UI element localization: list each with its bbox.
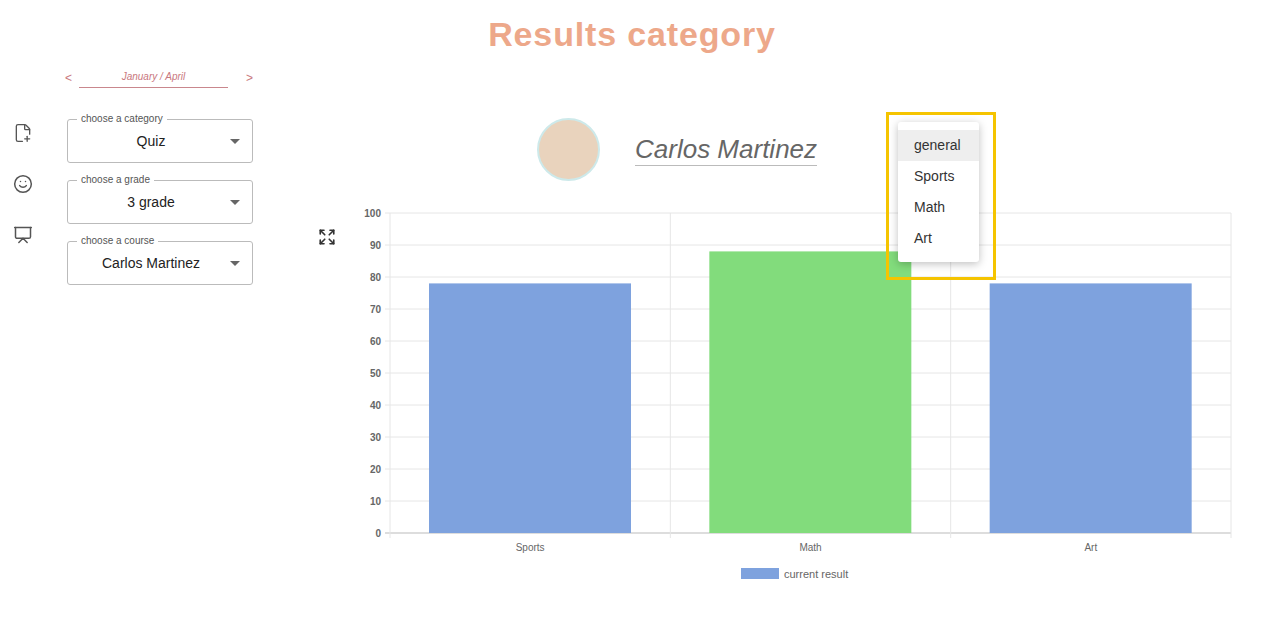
student-header: Carlos Martinez: [253, 118, 1282, 180]
x-label: Sports: [516, 542, 545, 553]
student-name: Carlos Martinez: [635, 133, 817, 166]
svg-text:100: 100: [364, 208, 381, 219]
main-area: Carlos Martinez 0 10 20 30 40 50 60 70 80 90 100 Spo…: [253, 66, 1282, 590]
y-tick: 90: [370, 240, 1231, 251]
caret-icon: [230, 200, 240, 205]
svg-text:60: 60: [370, 336, 382, 347]
svg-text:70: 70: [370, 304, 382, 315]
next-button[interactable]: >: [246, 69, 253, 87]
side-nav: [0, 66, 46, 590]
y-tick: 100: [364, 208, 1231, 219]
filter-label: choose a category: [77, 113, 167, 125]
page-title: Results category: [0, 0, 1282, 66]
prev-button[interactable]: <: [65, 69, 79, 87]
caret-icon: [230, 261, 240, 266]
svg-text:current result: current result: [784, 568, 848, 580]
menu-item[interactable]: Sports: [898, 161, 979, 192]
svg-text:20: 20: [370, 464, 382, 475]
menu-item[interactable]: Math: [898, 192, 979, 223]
smile-icon[interactable]: [13, 174, 33, 194]
file-plus-icon[interactable]: [13, 123, 33, 143]
svg-text:50: 50: [370, 368, 382, 379]
menu-item[interactable]: Art: [898, 223, 979, 254]
bar[interactable]: [429, 283, 631, 533]
filter-value: Carlos Martinez: [68, 253, 230, 274]
legend[interactable]: current result: [741, 568, 848, 580]
filter-value: 3 grade: [68, 192, 230, 213]
menu-item[interactable]: general: [898, 130, 979, 161]
bar[interactable]: [990, 283, 1192, 533]
bar[interactable]: [709, 251, 911, 533]
filter-value: Quiz: [68, 131, 230, 152]
filter-label: choose a course: [77, 235, 158, 247]
svg-text:10: 10: [370, 496, 382, 507]
period-label: January / April: [79, 69, 228, 88]
svg-text:30: 30: [370, 432, 382, 443]
filter-label: choose a grade: [77, 174, 154, 186]
x-label: Math: [799, 542, 821, 553]
filter-select[interactable]: choose a grade3 grade: [67, 180, 253, 224]
svg-text:40: 40: [370, 400, 382, 411]
svg-text:80: 80: [370, 272, 382, 283]
category-menu: generalSportsMathArt: [898, 122, 979, 262]
avatar-photo: [537, 118, 600, 181]
caret-icon: [230, 139, 240, 144]
bar-chart: 0102030405060708090100SportsMathArtcurre…: [340, 195, 1250, 590]
period-nav: <January / April >: [65, 66, 253, 90]
page: Results category <January / April > choose …: [0, 0, 1282, 632]
filter-panel: <January / April>choose a categoryQuizch…: [65, 66, 253, 590]
presentation-icon[interactable]: [13, 225, 33, 245]
filter-select[interactable]: choose a courseCarlos Martinez: [67, 241, 253, 285]
x-label: Art: [1084, 542, 1097, 553]
svg-text:90: 90: [370, 240, 382, 251]
filter-select[interactable]: choose a categoryQuiz: [67, 119, 253, 163]
svg-text:0: 0: [375, 528, 381, 539]
expand-icon[interactable]: [318, 228, 336, 246]
